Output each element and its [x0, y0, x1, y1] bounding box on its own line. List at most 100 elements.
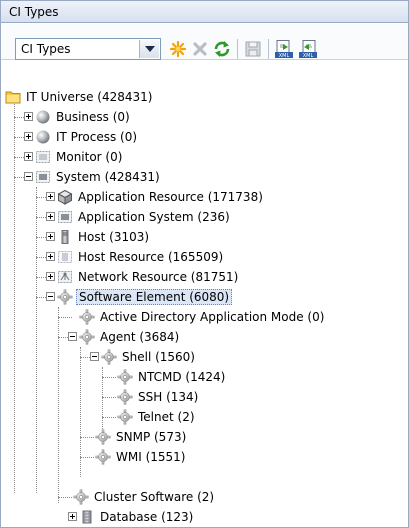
tree-node-software-element[interactable]: Software Element (6080) — [57, 287, 233, 307]
tree-line — [36, 297, 46, 298]
delete-x-icon — [193, 42, 207, 56]
delete-button[interactable] — [190, 39, 210, 59]
tree-line — [102, 397, 116, 398]
expand-toggle-host-resource[interactable] — [46, 252, 55, 261]
collapse-toggle-software-element[interactable] — [46, 292, 55, 301]
gear-icon — [117, 409, 133, 425]
sphere-icon — [36, 130, 50, 144]
dropdown-button[interactable] — [139, 40, 159, 58]
host-icon — [61, 230, 69, 244]
gear-icon — [73, 489, 89, 505]
toolbar-separator — [237, 39, 238, 59]
gear-icon — [57, 289, 73, 305]
folder-icon — [5, 91, 21, 104]
tree-node-wmi[interactable]: WMI (1551) — [95, 447, 187, 467]
panel-title: CI Types — [1, 1, 408, 23]
gear-icon — [117, 369, 133, 385]
tree-line — [36, 187, 37, 493]
collapse-toggle-shell[interactable] — [90, 352, 99, 361]
host-resource-icon — [58, 251, 72, 263]
xml-badge: XML — [279, 53, 290, 59]
import-xml-icon: XML — [299, 40, 317, 59]
tree-line — [80, 357, 90, 358]
import-xml-button[interactable]: XML — [298, 39, 318, 59]
gear-icon — [95, 429, 111, 445]
ci-types-selector[interactable]: CI Types — [15, 38, 161, 60]
expand-toggle-application-system[interactable] — [46, 212, 55, 221]
tree-node-shell[interactable]: Shell (1560) — [101, 347, 197, 367]
expand-toggle-it-process[interactable] — [24, 132, 33, 141]
tree-node-network-resource[interactable]: Network Resource (81751) — [57, 267, 240, 287]
tree-line — [14, 117, 24, 118]
export-xml-icon: XML — [275, 40, 293, 59]
monitor-icon — [36, 151, 50, 163]
tree-line — [36, 197, 46, 198]
tree-line — [36, 217, 46, 218]
sphere-icon — [36, 110, 50, 124]
gear-icon — [79, 309, 95, 325]
tree-node-ssh[interactable]: SSH (134) — [117, 387, 200, 407]
tree-line — [36, 237, 46, 238]
network-icon — [58, 271, 72, 283]
gear-icon — [101, 349, 117, 365]
tree-line — [80, 437, 94, 438]
export-xml-button[interactable]: XML — [274, 39, 294, 59]
tree-root-it-universe[interactable]: IT Universe (428431) — [5, 87, 154, 107]
expand-toggle-application-resource[interactable] — [46, 192, 55, 201]
tree-line — [36, 277, 46, 278]
tree-line — [58, 337, 68, 338]
collapse-toggle-system[interactable] — [24, 172, 33, 181]
tree-node-database[interactable]: Database (123) — [79, 507, 195, 527]
tree-line — [36, 257, 46, 258]
tree-node-business[interactable]: Business (0) — [35, 107, 132, 127]
tree-node-agent[interactable]: Agent (3684) — [79, 327, 181, 347]
refresh-button[interactable] — [212, 39, 232, 59]
star-icon — [169, 40, 187, 58]
tree-node-host-resource[interactable]: Host Resource (165509) — [57, 247, 225, 267]
expand-toggle-business[interactable] — [24, 112, 33, 121]
system-icon — [58, 211, 72, 223]
tree-node-system[interactable]: System (428431) — [35, 167, 162, 187]
save-button[interactable] — [243, 39, 263, 59]
tree-node-telnet[interactable]: Telnet (2) — [117, 407, 197, 427]
gear-icon — [79, 329, 95, 345]
tree-node-cluster-software[interactable]: Cluster Software (2) — [73, 487, 216, 507]
gear-icon — [117, 389, 133, 405]
chevron-down-icon — [145, 46, 155, 52]
tree-node-snmp[interactable]: SNMP (573) — [95, 427, 188, 447]
tree-node-it-process[interactable]: IT Process (0) — [35, 127, 139, 147]
tree-line — [14, 157, 24, 158]
gear-icon — [95, 449, 111, 465]
tree-node-active-directory-application-mode[interactable]: Active Directory Application Mode (0) — [79, 307, 326, 327]
database-icon — [82, 510, 92, 524]
tree-line — [14, 137, 24, 138]
tree-line — [102, 417, 116, 418]
toolbar: CI Types XML XML — [1, 24, 408, 60]
tree-line — [102, 377, 116, 378]
cube-icon — [57, 189, 73, 205]
tree-node-application-system[interactable]: Application System (236) — [57, 207, 232, 227]
tree-node-monitor[interactable]: Monitor (0) — [35, 147, 124, 167]
new-ci-type-button[interactable] — [168, 39, 188, 59]
tree-node-application-resource[interactable]: Application Resource (171738) — [57, 187, 265, 207]
ci-type-tree[interactable]: IT Universe (428431) Business (0) IT Pro… — [1, 61, 408, 527]
xml-badge: XML — [303, 53, 314, 59]
expand-toggle-database[interactable] — [68, 512, 77, 521]
tree-line — [80, 457, 94, 458]
tree-node-ntcmd[interactable]: NTCMD (1424) — [117, 367, 227, 387]
expand-toggle-host[interactable] — [46, 232, 55, 241]
save-icon — [245, 41, 261, 57]
collapse-toggle-agent[interactable] — [68, 332, 77, 341]
ci-types-selector-value: CI Types — [21, 42, 71, 56]
ci-types-panel: CI Types CI Types XML XML IT Universe (4… — [0, 0, 409, 528]
toolbar-separator — [268, 39, 269, 59]
system-icon — [36, 171, 50, 183]
tree-line — [14, 177, 24, 178]
tree-node-host[interactable]: Host (3103) — [57, 227, 151, 247]
refresh-icon — [214, 41, 230, 57]
tree-line — [14, 101, 15, 493]
expand-toggle-monitor[interactable] — [24, 152, 33, 161]
tree-line — [58, 317, 72, 318]
expand-toggle-network-resource[interactable] — [46, 272, 55, 281]
tree-line — [58, 497, 72, 498]
